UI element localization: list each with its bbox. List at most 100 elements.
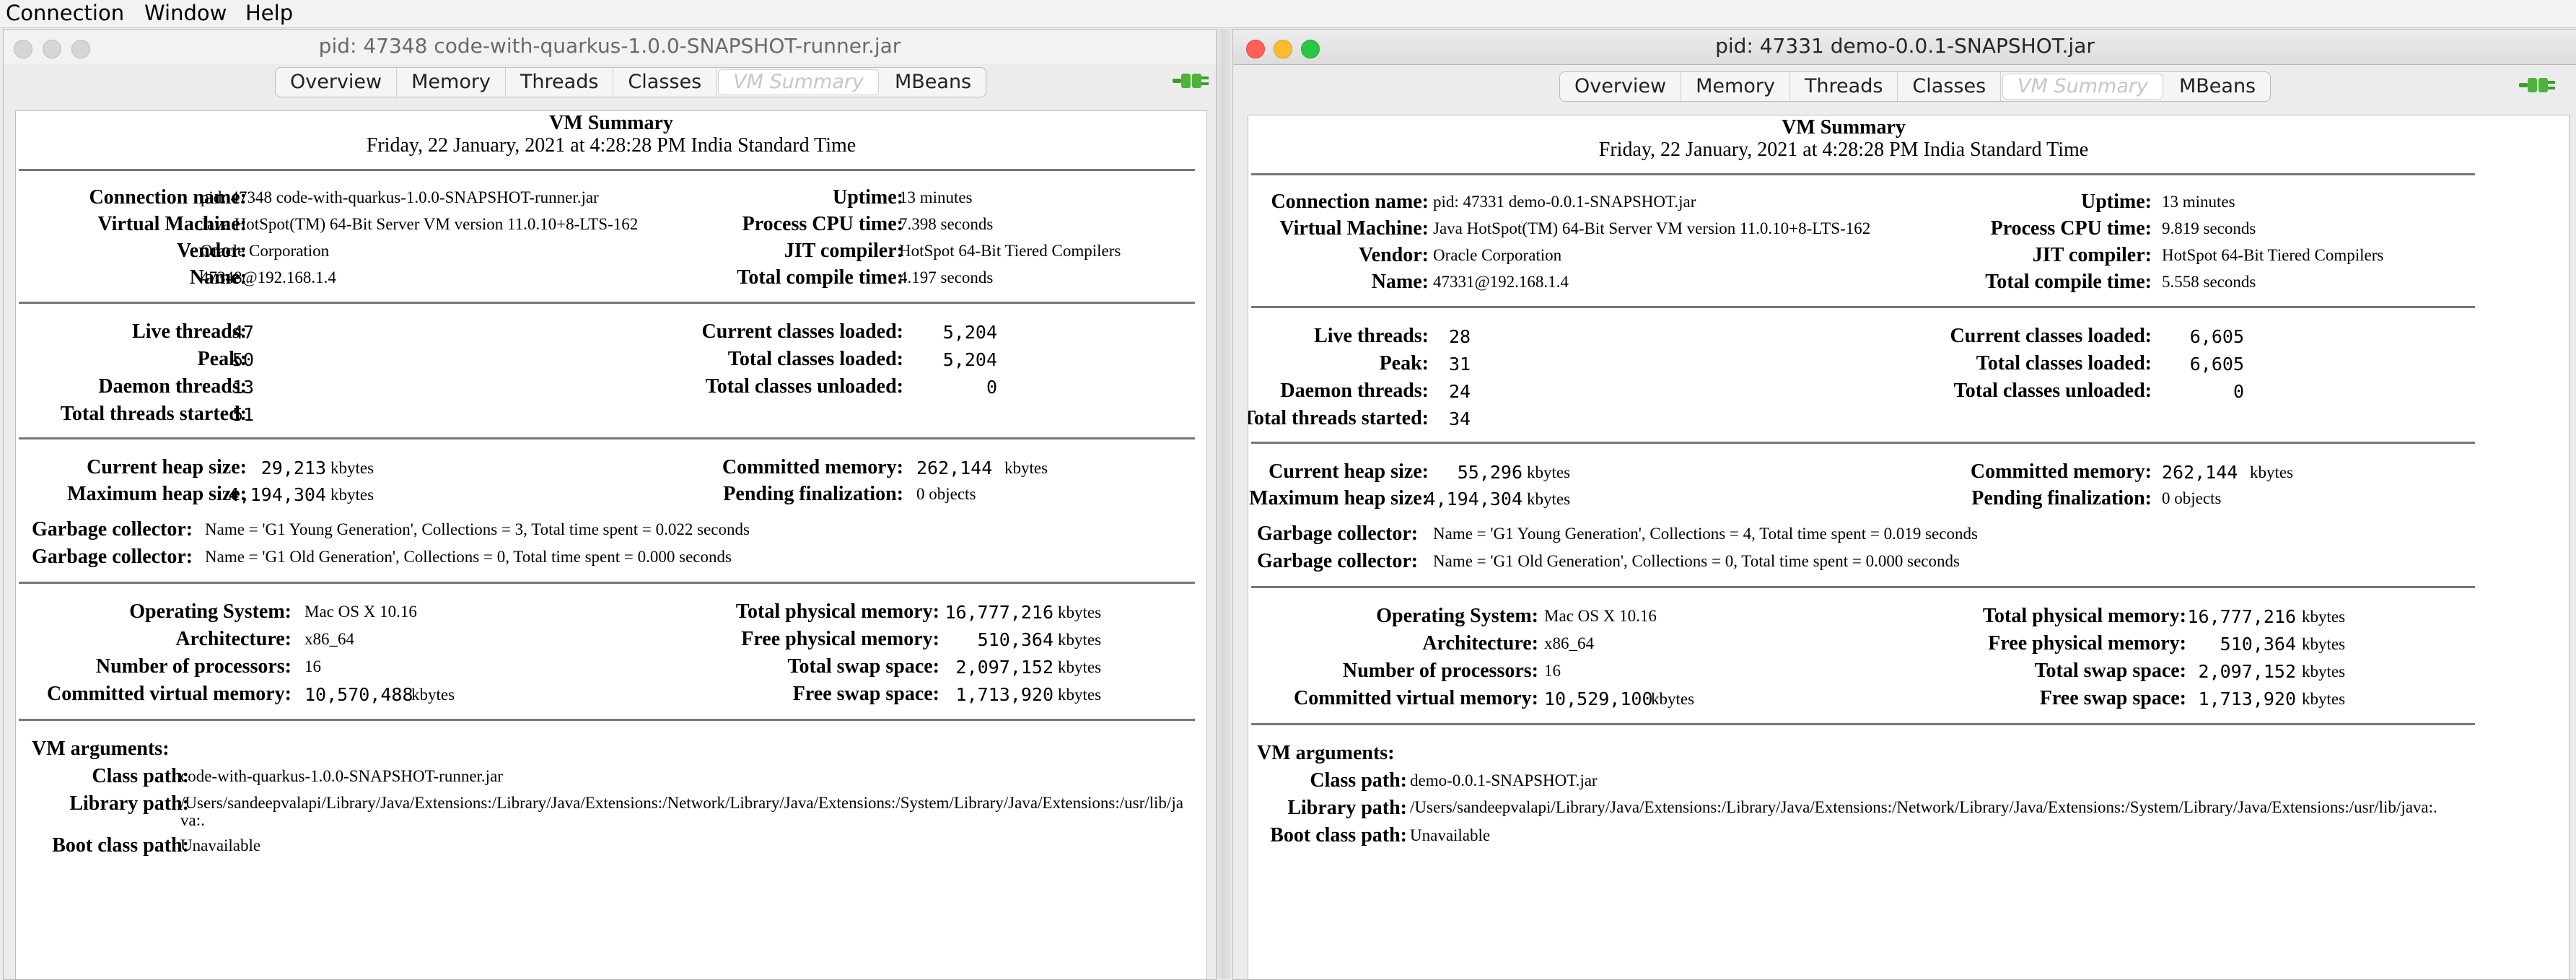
divider <box>19 719 1195 721</box>
tab-memory[interactable]: Memory <box>397 68 506 97</box>
tab-overview[interactable]: Overview <box>276 68 398 97</box>
tab-classes[interactable]: Classes <box>613 68 717 97</box>
menu-window[interactable]: Window <box>144 1 227 25</box>
tab-bar: Overview Memory Threads Classes VM Summa… <box>275 67 987 97</box>
value-boot-class-path: Unavailable <box>1410 826 1491 844</box>
summary-date: Friday, 22 January, 2021 at 4:28:28 PM I… <box>1598 139 2089 161</box>
label-garbage-collector: Garbage collector: <box>1257 550 1419 572</box>
label-virtual-machine: Virtual Machine: <box>1279 217 1429 240</box>
label-committed-memory: Committed memory: <box>1970 460 2152 483</box>
divider <box>1251 442 2475 444</box>
tab-bar: Overview Memory Threads Classes VM Summa… <box>1559 71 2271 102</box>
menu-help[interactable]: Help <box>245 1 293 25</box>
unit-kbytes: kbytes <box>2302 635 2346 653</box>
label-architecture: Architecture: <box>1422 632 1538 655</box>
value-daemon-threads: 24 <box>1449 381 1471 402</box>
summary-header: VM Summary Friday, 22 January, 2021 at 4… <box>16 113 1206 157</box>
value-daemon-threads: 13 <box>232 377 255 398</box>
label-operating-system: Operating System: <box>1376 605 1538 627</box>
value-process-cpu-time: 7.398 seconds <box>899 215 994 233</box>
label-name: Name: <box>1371 271 1429 293</box>
label-free-swap-space: Free swap space: <box>792 683 939 705</box>
unit-kbytes: kbytes <box>1058 603 1102 621</box>
internal-window-demo: pid: 47331 demo-0.0.1-SNAPSHOT.jar Overv… <box>1232 29 2576 980</box>
window-title: pid: 47348 code-with-quarkus-1.0.0-SNAPS… <box>318 34 901 58</box>
vm-summary-panel: VM Summary Friday, 22 January, 2021 at 4… <box>1248 115 2570 979</box>
label-library-path: Library path: <box>69 792 189 815</box>
value-total-classes-unloaded: 0 <box>2233 381 2244 402</box>
unit-kbytes: kbytes <box>1651 690 1695 708</box>
tab-vm-summary[interactable]: VM Summary <box>2002 74 2163 100</box>
tab-overview[interactable]: Overview <box>1560 72 1682 101</box>
value-vendor: Oracle Corporation <box>1433 246 1562 264</box>
label-garbage-collector: Garbage collector: <box>32 518 193 541</box>
value-architecture: x86_64 <box>1544 634 1594 652</box>
divider <box>1251 723 2475 725</box>
label-library-path: Library path: <box>1287 797 1407 819</box>
window-title: pid: 47331 demo-0.0.1-SNAPSHOT.jar <box>1715 34 2095 58</box>
label-daemon-threads: Daemon threads: <box>98 375 247 398</box>
tab-threads[interactable]: Threads <box>1790 72 1898 101</box>
tab-memory[interactable]: Memory <box>1681 72 1790 101</box>
label-live-threads: Live threads: <box>132 320 247 343</box>
unit-kbytes: kbytes <box>2302 690 2346 708</box>
divider <box>1251 586 2475 588</box>
window-titlebar[interactable]: pid: 47331 demo-0.0.1-SNAPSHOT.jar <box>1233 30 2576 65</box>
value-name: 47348@192.168.1.4 <box>201 268 336 286</box>
value-library-path: /Users/sandeepvalapi/Library/Java/Extens… <box>1410 798 2437 816</box>
value-operating-system: Mac OS X 10.16 <box>305 603 417 621</box>
label-free-physical-memory: Free physical memory: <box>1988 632 2186 655</box>
label-total-swap-space: Total swap space: <box>2034 660 2186 682</box>
summary-title: VM Summary <box>1782 116 1906 139</box>
value-total-swap-space: 2,097,152 <box>955 657 1053 678</box>
value-uptime: 13 minutes <box>2162 193 2235 211</box>
value-committed-virtual-memory: 10,529,100 <box>1544 688 1653 709</box>
label-pending-finalization: Pending finalization: <box>723 483 903 505</box>
value-jit-compiler: HotSpot 64-Bit Tiered Compilers <box>899 242 1121 260</box>
value-uptime: 13 minutes <box>899 188 973 206</box>
label-total-classes-unloaded: Total classes unloaded: <box>705 375 903 398</box>
divider <box>19 169 1195 171</box>
label-maximum-heap-size: Maximum heap size: <box>1249 487 1429 509</box>
value-virtual-machine: Java HotSpot(TM) 64-Bit Server VM versio… <box>201 215 639 233</box>
label-total-swap-space: Total swap space: <box>787 655 939 678</box>
window-titlebar[interactable]: pid: 47348 code-with-quarkus-1.0.0-SNAPS… <box>4 30 1216 64</box>
value-connection-name: pid: 47331 demo-0.0.1-SNAPSHOT.jar <box>1433 193 1696 211</box>
label-class-path: Class path: <box>92 765 189 787</box>
value-gc-old: Name = 'G1 Old Generation', Collections … <box>205 548 732 566</box>
window-splitter[interactable] <box>1217 29 1231 979</box>
label-committed-memory: Committed memory: <box>722 456 903 478</box>
label-total-classes-loaded: Total classes loaded: <box>727 348 903 370</box>
value-total-swap-space: 2,097,152 <box>2198 661 2296 682</box>
tab-vm-summary[interactable]: VM Summary <box>718 69 879 95</box>
tab-mbeans[interactable]: MBeans <box>2165 72 2270 101</box>
label-process-cpu-time: Process CPU time: <box>742 213 903 235</box>
menu-connection[interactable]: Connection <box>6 1 124 25</box>
label-pending-finalization: Pending finalization: <box>1971 487 2152 509</box>
divider <box>1251 173 2475 175</box>
label-total-threads-started: Total threads started: <box>60 403 247 425</box>
divider <box>19 437 1195 439</box>
value-maximum-heap-size: 4,194,304 <box>1424 489 1523 509</box>
value-gc-young: Name = 'G1 Young Generation', Collection… <box>205 520 750 538</box>
internal-window-quarkus: pid: 47348 code-with-quarkus-1.0.0-SNAPS… <box>3 29 1217 980</box>
value-current-classes-loaded: 6,605 <box>2189 326 2244 347</box>
tab-threads[interactable]: Threads <box>506 68 614 97</box>
tab-classes[interactable]: Classes <box>1898 72 2002 101</box>
label-maximum-heap-size: Maximum heap size: <box>67 483 247 505</box>
label-current-heap-size: Current heap size: <box>87 456 247 478</box>
value-number-of-processors: 16 <box>305 657 321 675</box>
divider <box>1251 306 2475 308</box>
value-jit-compiler: HotSpot 64-Bit Tiered Compilers <box>2162 246 2384 264</box>
summary-header: VM Summary Friday, 22 January, 2021 at 4… <box>1248 116 2439 162</box>
value-current-classes-loaded: 5,204 <box>942 322 997 343</box>
unit-kbytes: kbytes <box>330 459 374 477</box>
tab-mbeans[interactable]: MBeans <box>880 68 986 97</box>
label-free-swap-space: Free swap space: <box>2039 687 2186 709</box>
unit-kbytes: kbytes <box>2302 662 2346 681</box>
label-total-threads-started: Total threads started: <box>1248 407 1429 429</box>
label-jit-compiler: JIT compiler: <box>784 240 903 262</box>
value-pending-finalization: 0 objects <box>2162 489 2222 507</box>
value-class-path: demo-0.0.1-SNAPSHOT.jar <box>1410 771 1598 789</box>
unit-kbytes: kbytes <box>1527 463 1571 481</box>
